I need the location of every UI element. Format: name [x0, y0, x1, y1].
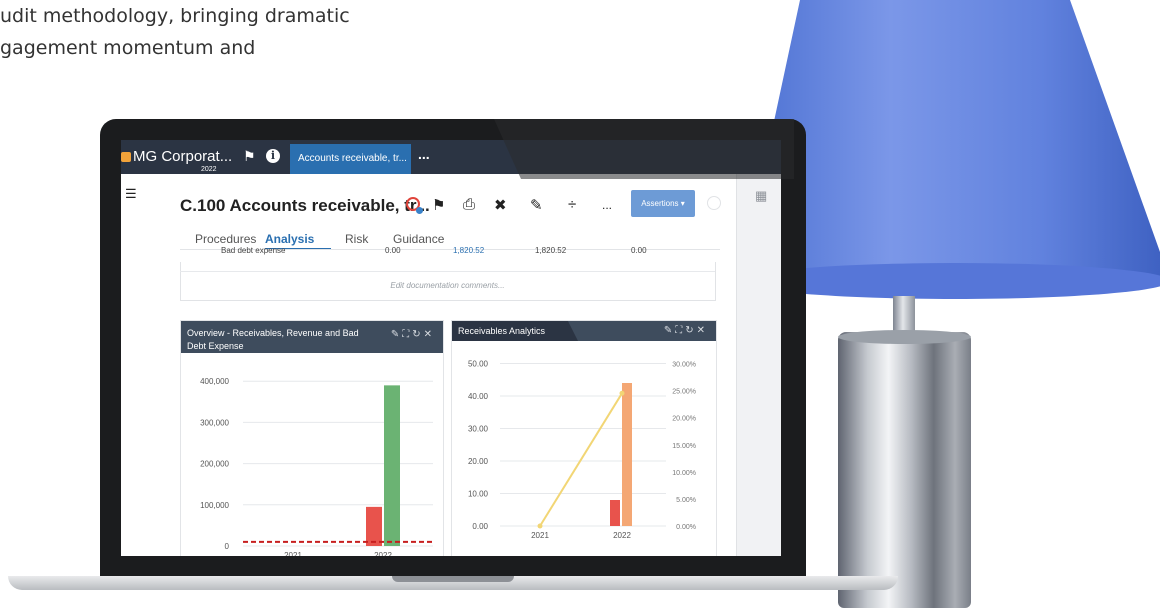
engagement-year: 2022 [201, 166, 217, 173]
marketing-line-1: udit methodology, bringing dramatic [0, 5, 350, 27]
row-current-balance[interactable]: 1,820.52 [453, 246, 484, 255]
line-point [537, 523, 543, 529]
flag-icon[interactable]: ⚑ [243, 148, 256, 165]
screen-glare [494, 119, 794, 179]
tab-analysis[interactable]: Analysis [265, 232, 314, 246]
app-logo-icon [121, 152, 131, 162]
receivables-analytics-panel: Receivables Analytics ✎⛶↻✕ 0.00 10.00 20.0… [451, 320, 717, 556]
receivables-analytics-chart: 0.00 10.00 20.00 30.00 40.00 50.00 0.00% 5.00% 1… [468, 360, 696, 541]
tab-procedures[interactable]: Procedures [195, 232, 256, 246]
y2-tick-label: 25.00% [672, 389, 696, 396]
y2-tick-label: 30.00% [672, 362, 696, 369]
series-line [539, 392, 623, 527]
bar [384, 385, 400, 546]
marketing-text: udit methodology, bringing dramatic gage… [0, 0, 350, 64]
tab-accounts-receivable[interactable]: Accounts receivable, tr... [290, 144, 411, 174]
lamp-base [838, 332, 971, 608]
y-tick-label: 0 [225, 542, 230, 551]
y-tick-label: 30.00 [468, 425, 489, 434]
x-tick-label: 2021 [531, 531, 549, 540]
line-point [619, 390, 625, 396]
row-percent: 0.00 [631, 246, 647, 255]
y-tick-label: 0.00 [472, 522, 488, 531]
y-tick-label: 40.00 [468, 392, 489, 401]
assertions-button[interactable]: Assertions ▾ [631, 190, 695, 217]
y2-tick-label: 0.00% [676, 524, 696, 531]
laptop-screen: MG Corporat... 2022 ⚑ i Accounts receiva… [121, 140, 781, 556]
y2-tick-label: 20.00% [672, 416, 696, 423]
page-title: C.100 Accounts receivable, tr... [180, 196, 430, 215]
row-change: 1,820.52 [535, 246, 567, 255]
more-tabs-icon[interactable]: ... [418, 146, 430, 162]
engagement-name[interactable]: MG Corporat... [133, 148, 232, 165]
y2-tick-label: 15.00% [672, 443, 696, 450]
bar [622, 383, 632, 526]
more-actions-icon[interactable]: ... [602, 198, 612, 212]
bar [366, 506, 382, 546]
row-prior-balance: 0.00 [385, 246, 401, 255]
info-icon[interactable]: i [266, 149, 280, 163]
overview-chart-panel: Overview - Receivables, Revenue and Bad … [180, 320, 444, 556]
bar [610, 500, 620, 526]
x-tick-label: 2021 [284, 551, 302, 556]
x-tick-label: 2022 [374, 551, 392, 556]
y2-tick-label: 10.00% [672, 470, 696, 477]
laptop-notch [392, 576, 514, 582]
right-rail [736, 174, 781, 556]
y-tick-label: 10.00 [468, 490, 489, 499]
print-icon[interactable]: ⎙ [463, 196, 475, 213]
y-tick-label: 50.00 [468, 360, 489, 369]
menu-icon[interactable]: ☰ [125, 186, 137, 202]
y-tick-label: 300,000 [200, 418, 229, 427]
status-circle-icon[interactable] [707, 196, 721, 210]
x-tick-label: 2022 [613, 531, 631, 540]
y-tick-label: 20.00 [468, 457, 489, 466]
clock-status-icon[interactable] [406, 197, 423, 214]
row-divider [180, 271, 715, 272]
y2-tick-label: 5.00% [676, 497, 696, 504]
edit-icon[interactable]: ✎ [530, 196, 543, 214]
tools-icon[interactable]: ✖ [494, 196, 507, 214]
row-label: Bad debt expense [221, 246, 286, 255]
documentation-comments-link[interactable]: Edit documentation comments... [180, 281, 715, 290]
y-tick-label: 100,000 [200, 501, 229, 510]
divide-icon[interactable]: ÷ [568, 196, 576, 213]
lamp-base-top [838, 330, 971, 344]
book-icon[interactable]: ▦ [755, 188, 767, 204]
marketing-line-2: gagement momentum and [0, 37, 256, 59]
overview-chart: 0 100,000 200,000 300,000 400,000 2021 2022 [200, 377, 433, 556]
flag-icon[interactable]: ⚑ [432, 196, 445, 214]
tab-guidance[interactable]: Guidance [393, 232, 444, 246]
y-tick-label: 400,000 [200, 377, 229, 386]
y-tick-label: 200,000 [200, 460, 229, 469]
tab-risk[interactable]: Risk [345, 232, 368, 246]
